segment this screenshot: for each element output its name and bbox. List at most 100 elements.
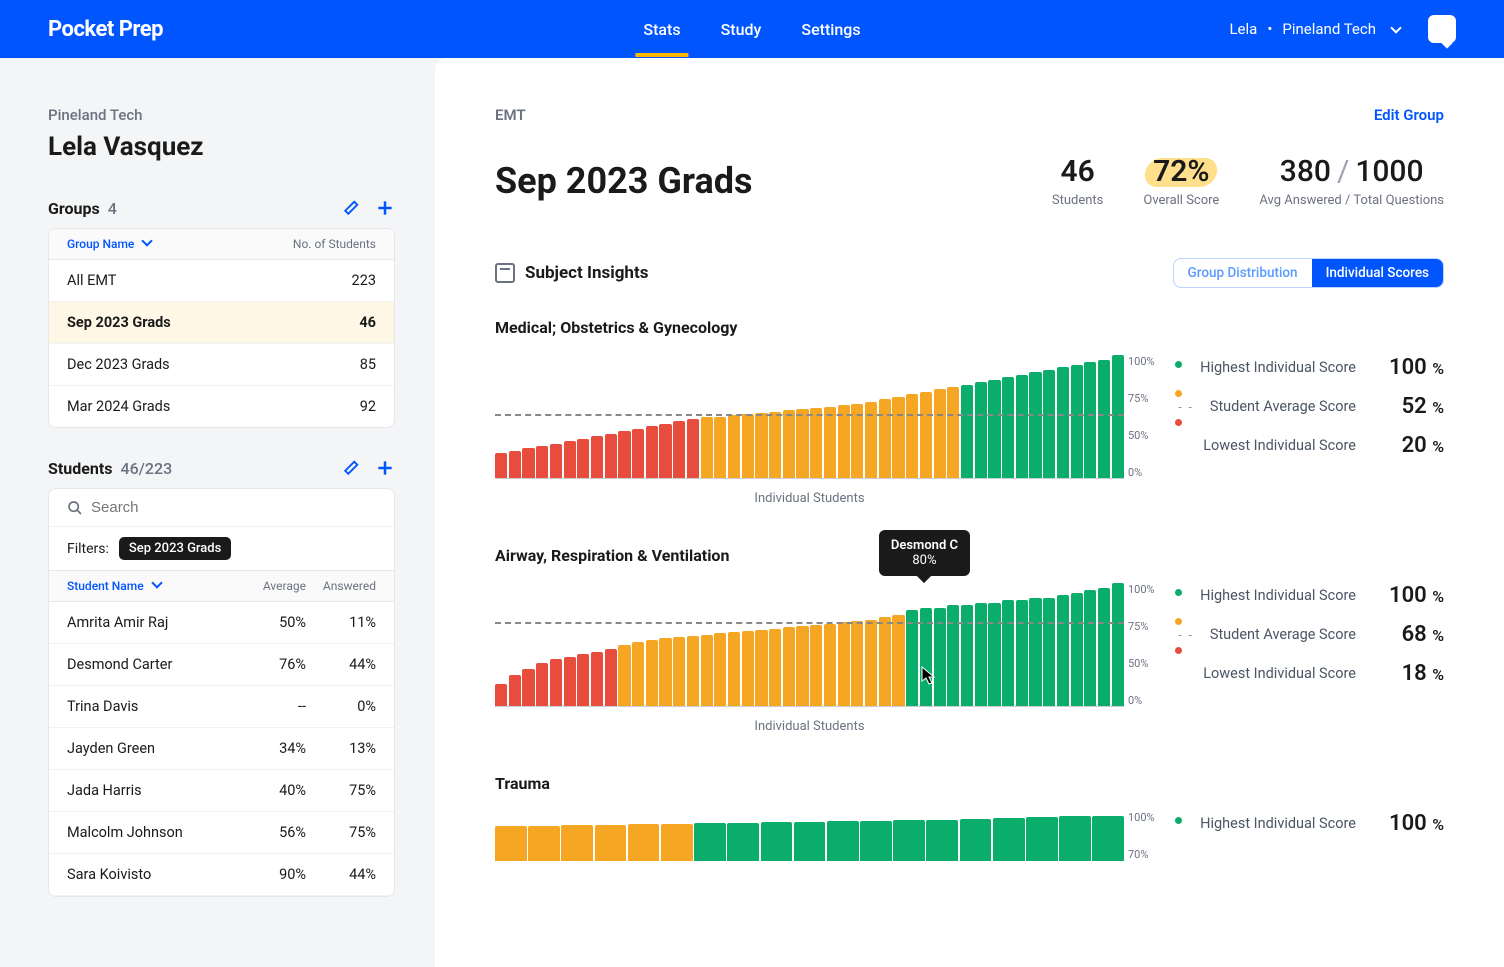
chart-bar[interactable] <box>550 444 562 478</box>
add-student-icon[interactable] <box>375 458 395 478</box>
chart-bar[interactable] <box>1002 600 1014 706</box>
nav-stats[interactable]: Stats <box>635 2 688 57</box>
chart-bar[interactable] <box>755 630 767 706</box>
chart-bar[interactable] <box>673 421 685 478</box>
chart-bar[interactable] <box>595 825 627 861</box>
chart-bar[interactable] <box>495 453 507 478</box>
chart-bar[interactable] <box>824 407 836 478</box>
chart-bar[interactable] <box>727 823 759 861</box>
chart-bar[interactable] <box>824 624 836 706</box>
chart-bar[interactable] <box>769 412 781 478</box>
chart-bar[interactable] <box>564 441 576 478</box>
chart-bar[interactable] <box>495 684 507 706</box>
chart-bar[interactable] <box>796 409 808 478</box>
chart-bar[interactable] <box>1112 355 1124 478</box>
chart-bar[interactable] <box>742 631 754 706</box>
chart-bar[interactable] <box>495 826 527 861</box>
chart-bar[interactable] <box>659 638 671 706</box>
chart-bar[interactable] <box>1112 583 1124 706</box>
chart-bar[interactable] <box>879 399 891 478</box>
student-row[interactable]: Sara Koivisto90%44% <box>49 854 394 896</box>
chart-bar[interactable] <box>1043 598 1055 706</box>
student-row[interactable]: Jada Harris40%75% <box>49 770 394 812</box>
chart-bar[interactable] <box>947 387 959 478</box>
chart-bar[interactable] <box>947 605 959 706</box>
chart-bar[interactable] <box>687 636 699 706</box>
student-row[interactable]: Trina Davis--0% <box>49 686 394 728</box>
chart-bar[interactable] <box>1026 817 1058 861</box>
chart-bar[interactable] <box>1059 816 1091 861</box>
chart-bar[interactable] <box>1057 367 1069 478</box>
students-col-avg[interactable]: Average <box>236 579 306 593</box>
chart-bar[interactable] <box>714 633 726 706</box>
chart-bar[interactable] <box>1016 600 1028 706</box>
chart-bar[interactable] <box>646 640 658 706</box>
edit-students-icon[interactable] <box>343 458 361 476</box>
chart-bar[interactable] <box>591 652 603 706</box>
chart-bar[interactable] <box>1029 598 1041 706</box>
group-row[interactable]: All EMT223 <box>49 260 394 302</box>
chart-bar[interactable] <box>646 426 658 478</box>
filter-chip[interactable]: Sep 2023 Grads <box>119 537 231 560</box>
group-row[interactable]: Dec 2023 Grads85 <box>49 344 394 386</box>
chart-bar[interactable] <box>892 615 904 706</box>
chart-bar[interactable] <box>1002 377 1014 478</box>
student-row[interactable]: Jayden Green34%13% <box>49 728 394 770</box>
chart-bar[interactable] <box>661 824 693 861</box>
chart-bar[interactable] <box>618 645 630 707</box>
chart-bar[interactable] <box>550 659 562 706</box>
chart-bar[interactable] <box>1071 593 1083 706</box>
chart-bar[interactable] <box>632 642 644 706</box>
chart-bar[interactable] <box>522 448 534 478</box>
group-row[interactable]: Sep 2023 Grads46 <box>49 302 394 344</box>
chat-icon[interactable] <box>1428 15 1456 43</box>
chart-bar[interactable] <box>1092 816 1124 861</box>
chart-bar[interactable] <box>906 394 918 478</box>
chart-bar[interactable] <box>838 405 850 478</box>
groups-col-count[interactable]: No. of Students <box>293 237 376 251</box>
chart-bar[interactable] <box>561 825 593 861</box>
chart-bar[interactable] <box>564 657 576 706</box>
chart-bar[interactable] <box>860 821 892 861</box>
chart-bar[interactable] <box>673 637 685 706</box>
chart-bar[interactable] <box>755 413 767 478</box>
chart-bar[interactable] <box>1029 372 1041 478</box>
chart-bar[interactable] <box>509 451 521 478</box>
chart-bar[interactable] <box>687 419 699 478</box>
chart-bar[interactable] <box>769 629 781 706</box>
nav-study[interactable]: Study <box>713 2 770 57</box>
chart-bar[interactable] <box>783 627 795 706</box>
chart-bar[interactable] <box>536 663 548 706</box>
group-row[interactable]: Mar 2024 Grads92 <box>49 386 394 427</box>
chart-bar[interactable] <box>1098 588 1110 706</box>
org-switcher[interactable]: Lela • Pineland Tech <box>1229 15 1456 43</box>
chart-bar[interactable] <box>577 654 589 706</box>
chart-bar[interactable] <box>961 605 973 706</box>
student-row[interactable]: Amrita Amir Raj50%11% <box>49 602 394 644</box>
chart-bar[interactable] <box>1084 362 1096 478</box>
chart-bar[interactable] <box>893 820 925 861</box>
student-row[interactable]: Desmond Carter76%44% <box>49 644 394 686</box>
chart-bar[interactable] <box>960 819 992 861</box>
chart-bar[interactable] <box>605 649 617 706</box>
chart-bar[interactable] <box>628 824 660 861</box>
chart-bar[interactable] <box>810 408 822 478</box>
chart-bar[interactable] <box>761 822 793 861</box>
edit-group-link[interactable]: Edit Group <box>1374 106 1444 124</box>
chart-bar[interactable] <box>536 446 548 478</box>
chart-bar[interactable] <box>810 625 822 706</box>
chart-bar[interactable] <box>879 617 891 706</box>
chart-bar[interactable] <box>728 632 740 706</box>
chart-bar[interactable] <box>659 424 671 478</box>
chart-bar[interactable] <box>1098 360 1110 478</box>
chart-bar[interactable] <box>522 669 534 706</box>
chart-bar[interactable] <box>728 415 740 478</box>
chart-bar[interactable] <box>934 389 946 478</box>
chart-bar[interactable] <box>794 822 826 861</box>
chart-bar[interactable] <box>742 414 754 478</box>
nav-settings[interactable]: Settings <box>793 2 868 57</box>
chart-bar[interactable] <box>701 635 713 706</box>
chart-bar[interactable] <box>975 603 987 706</box>
add-group-icon[interactable] <box>375 198 395 218</box>
chart-bar[interactable] <box>975 382 987 478</box>
